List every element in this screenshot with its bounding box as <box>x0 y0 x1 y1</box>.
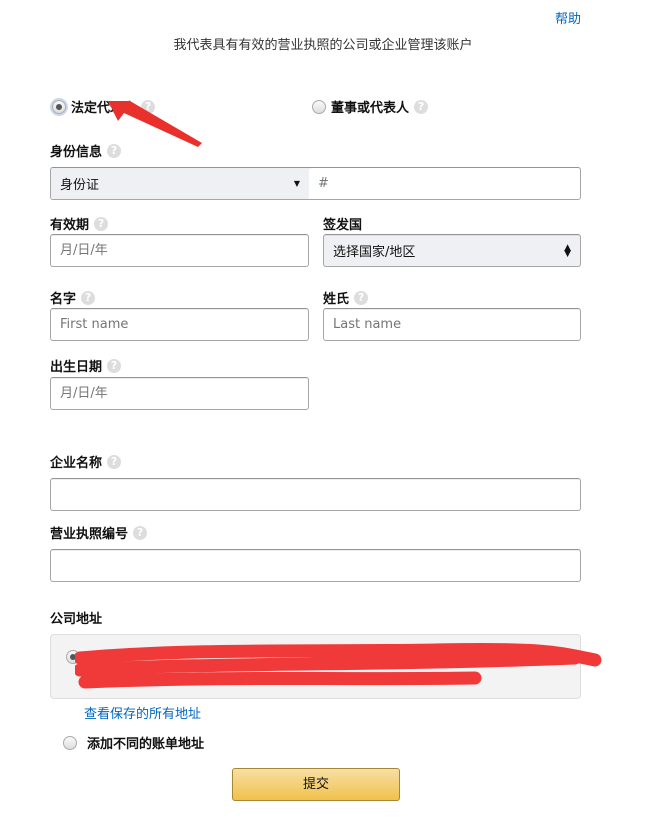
identity-field: 身份证 ▼ <box>50 167 581 200</box>
expiry-label: 有效期? <box>50 214 109 233</box>
add-different-address-option[interactable]: 添加不同的账单地址 <box>63 733 204 752</box>
submit-button[interactable]: 提交 <box>232 768 400 801</box>
issuing-country-select[interactable]: 选择国家/地区 ▲ ▼ <box>323 234 581 267</box>
caret-down-icon: ▼ <box>293 179 300 188</box>
label-text: 企业名称 <box>50 456 103 471</box>
company-name-label: 企业名称? <box>50 452 122 471</box>
help-icon[interactable]: ? <box>107 454 122 469</box>
last-name-input[interactable] <box>323 308 581 341</box>
license-number-input[interactable] <box>50 549 581 582</box>
role-label: 董事或代表人 <box>331 101 410 116</box>
id-number-input[interactable] <box>309 168 580 199</box>
help-icon[interactable]: ? <box>414 99 429 114</box>
help-icon[interactable]: ? <box>81 290 96 305</box>
option-label: 添加不同的账单地址 <box>87 737 205 752</box>
role-director[interactable]: 董事或代表人 ? <box>312 97 429 116</box>
help-icon[interactable]: ? <box>354 290 369 305</box>
issuing-country-label: 签发国 <box>323 218 363 233</box>
label-text: 营业执照编号 <box>50 527 129 542</box>
help-icon[interactable]: ? <box>94 216 109 231</box>
radio-add-different-address[interactable] <box>63 735 77 750</box>
first-name-input[interactable] <box>50 308 309 341</box>
label-text: 名字 <box>50 292 77 307</box>
help-icon[interactable]: ? <box>133 525 148 540</box>
birth-date-label: 出生日期? <box>50 356 122 375</box>
id-type-value: 身份证 <box>60 178 100 193</box>
issuing-country-value: 选择国家/地区 <box>333 245 416 260</box>
page-subtitle: 我代表具有有效的营业执照的公司或企业管理该账户 <box>173 38 473 53</box>
radio-legal-representative[interactable] <box>52 99 66 114</box>
help-link[interactable]: 帮助 <box>555 8 581 27</box>
identity-label: 身份信息? <box>50 141 122 160</box>
help-icon[interactable]: ? <box>107 358 122 373</box>
license-number-label: 营业执照编号? <box>50 523 148 542</box>
label-text: 出生日期 <box>50 360 103 375</box>
birth-date-input[interactable] <box>50 377 309 410</box>
redaction-scribble <box>75 642 602 689</box>
id-type-select[interactable]: 身份证 ▼ <box>51 168 309 199</box>
first-name-label: 名字? <box>50 288 96 307</box>
sort-arrows-icon: ▲ ▼ <box>564 242 571 259</box>
label-text: 姓氏 <box>323 292 350 307</box>
radio-director[interactable] <box>312 99 326 114</box>
label-text: 有效期 <box>50 218 90 233</box>
label-text: 身份信息 <box>50 145 103 160</box>
help-icon[interactable]: ? <box>107 143 122 158</box>
company-name-input[interactable] <box>50 478 581 511</box>
view-all-addresses-link[interactable]: 查看保存的所有地址 <box>84 703 201 722</box>
last-name-label: 姓氏? <box>323 288 369 307</box>
company-address-label: 公司地址 <box>50 612 103 627</box>
expiry-input[interactable] <box>50 234 309 267</box>
